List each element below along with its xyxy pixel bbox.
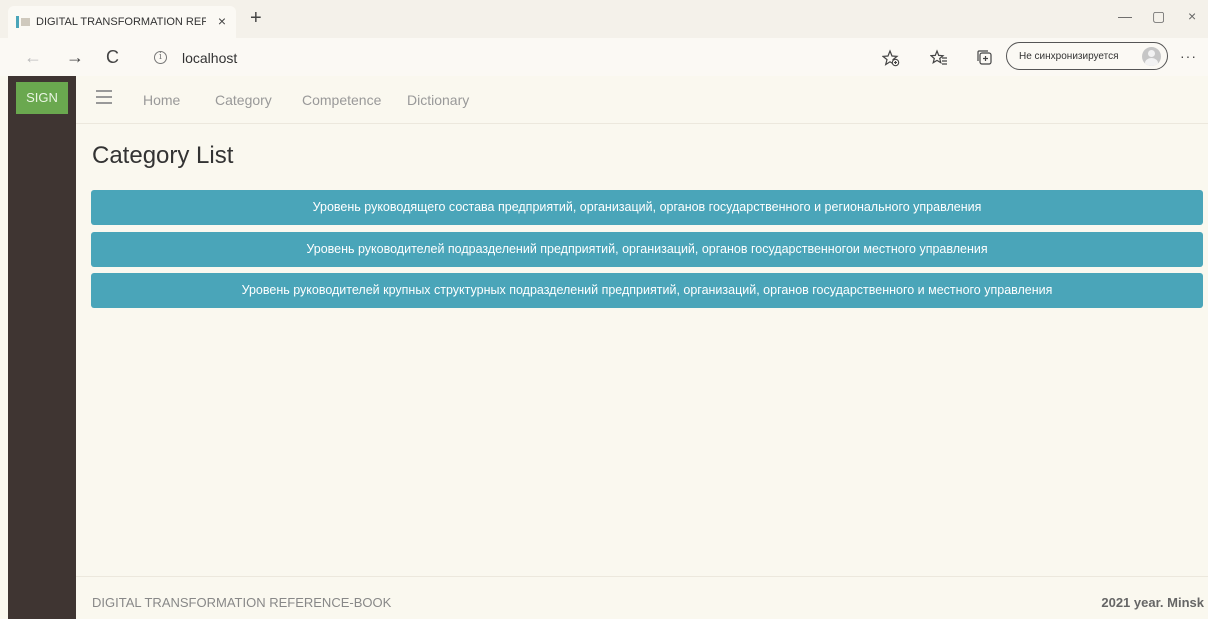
back-arrow-icon[interactable]: ← (24, 48, 42, 66)
footer-title: DIGITAL TRANSFORMATION REFERENCE-BOOK (92, 595, 392, 610)
app-navbar: Home Category Competence Dictionary (76, 76, 1208, 124)
page-title: Category List (92, 142, 234, 169)
window-close-icon[interactable]: × (1188, 8, 1196, 24)
profile-avatar-icon (1142, 47, 1161, 66)
tab-close-icon[interactable]: × (218, 14, 226, 28)
favorites-icon[interactable] (929, 49, 948, 67)
site-info-icon[interactable]: i (154, 51, 167, 64)
sync-status-button[interactable]: Не синхронизируется (1006, 42, 1168, 70)
forward-arrow-icon[interactable]: → (66, 48, 84, 66)
favorites-add-icon[interactable] (881, 49, 900, 67)
nav-competence[interactable]: Competence (302, 92, 381, 108)
browser-tab-strip: DIGITAL TRANSFORMATION REF × + — ▢ × (0, 0, 1208, 38)
address-bar-url[interactable]: localhost (182, 50, 237, 66)
sign-button[interactable]: SIGN (16, 82, 68, 114)
collections-icon[interactable] (976, 49, 994, 67)
sidebar: SIGN (8, 76, 76, 619)
footer: DIGITAL TRANSFORMATION REFERENCE-BOOK 20… (76, 576, 1208, 619)
category-button[interactable]: Уровень руководителей крупных структурны… (91, 273, 1203, 308)
nav-home[interactable]: Home (143, 92, 180, 108)
page-favicon-icon (16, 15, 30, 29)
window-maximize-icon[interactable]: ▢ (1152, 8, 1165, 24)
hamburger-icon[interactable] (96, 90, 112, 106)
footer-year-location: 2021 year. Minsk (1101, 595, 1204, 610)
tab-title: DIGITAL TRANSFORMATION REF (36, 16, 206, 28)
new-tab-icon[interactable]: + (250, 8, 262, 28)
refresh-icon[interactable]: C (106, 48, 119, 66)
category-button[interactable]: Уровень руководителей подразделений пред… (91, 232, 1203, 267)
sync-status-label: Не синхронизируется (1019, 50, 1119, 62)
nav-dictionary[interactable]: Dictionary (407, 92, 469, 108)
more-options-icon[interactable]: ··· (1180, 49, 1197, 63)
browser-tab[interactable]: DIGITAL TRANSFORMATION REF × (8, 6, 236, 38)
nav-category[interactable]: Category (215, 92, 272, 108)
browser-toolbar: ← → C i localhost Не синхронизируется ··… (0, 38, 1208, 76)
category-button[interactable]: Уровень руководящего состава предприятий… (91, 190, 1203, 225)
window-minimize-icon[interactable]: — (1118, 8, 1132, 24)
